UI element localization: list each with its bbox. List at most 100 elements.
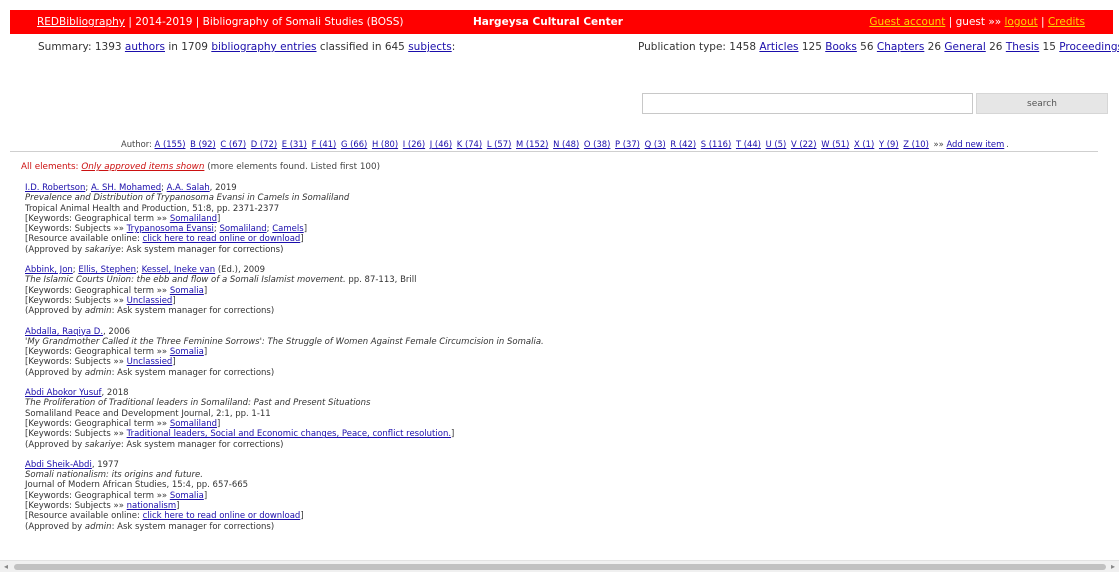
entry-source: Tropical Animal Health and Production, 5… [25, 203, 280, 214]
author-letter-link[interactable]: K (74) [457, 139, 482, 149]
author-link[interactable]: Abdalla, Raqiya D. [25, 327, 103, 337]
subject-keyword-link[interactable]: Somaliland [219, 224, 266, 234]
subject-keyword-link[interactable]: Camels [272, 224, 303, 234]
approved-suffix: : Ask system manager for corrections) [120, 439, 284, 450]
author-letter-link[interactable]: V (22) [791, 139, 817, 149]
subject-keyword-link[interactable]: Traditional leaders, Social and Economic… [127, 429, 451, 439]
geo-keyword-link[interactable]: Somalia [170, 491, 204, 501]
author-letter-link[interactable]: E (31) [282, 139, 307, 149]
author-letter-link[interactable]: W (51) [821, 139, 849, 149]
geo-label: [Keywords: Geographical term »» [25, 285, 170, 296]
author-letter-link[interactable]: O (38) [584, 139, 610, 149]
author-letter-link[interactable]: M (152) [516, 139, 548, 149]
entry-subject-keywords: [Keywords: Subjects »» Trypanosoma Evans… [25, 224, 308, 235]
credits-link[interactable]: Credits [1048, 16, 1085, 28]
author-letter-link[interactable]: R (42) [670, 139, 696, 149]
author-link[interactable]: Abdi Sheik-Abdi [25, 460, 92, 470]
geo-keyword-link[interactable]: Somalia [170, 286, 204, 296]
list-item: Abdi Abokor Yusuf, 2018 The Proliferation… [25, 388, 1095, 450]
author-letter-link[interactable]: S (116) [701, 139, 732, 149]
author-link[interactable]: Abbink, Jon [25, 265, 73, 275]
author-link[interactable]: I.D. Robertson [25, 183, 85, 193]
author-letter-link[interactable]: B (92) [190, 139, 216, 149]
approver-name: admin [84, 306, 112, 317]
entry-geo-keywords: [Keywords: Geographical term »» Somalila… [25, 213, 221, 224]
author-letter-link[interactable]: X (1) [854, 139, 874, 149]
author-link[interactable]: Ellis, Stephen [78, 265, 136, 275]
center-title: Hargeysa Cultural Center [473, 16, 623, 28]
approved-filter-link[interactable]: Only approved items shown [81, 162, 204, 172]
thesis-link[interactable]: Thesis [1006, 41, 1039, 53]
entry-source: Somaliland Peace and Development Journal… [25, 408, 271, 419]
scrollbar-thumb[interactable] [14, 564, 1106, 570]
author-letter-link[interactable]: H (80) [372, 139, 398, 149]
author-letter-link[interactable]: Z (10) [903, 139, 929, 149]
publication-type-line: Publication type: 1458 Articles 125 Book… [638, 41, 1119, 53]
author-link[interactable]: A. SH. Mohamed [91, 183, 161, 193]
books-link[interactable]: Books [825, 41, 857, 53]
author-letter-link[interactable]: U (5) [766, 139, 787, 149]
scroll-right-icon[interactable]: ▸ [1111, 562, 1115, 571]
author-letter-link[interactable]: N (48) [553, 139, 579, 149]
approved-prefix: (Approved by [25, 521, 85, 532]
entry-subject-keywords: [Keywords: Subjects »» nationalism] [25, 501, 180, 512]
chapters-link[interactable]: Chapters [877, 41, 924, 53]
entry-title-line: The Proliferation of Traditional leaders… [25, 398, 1095, 408]
author-letter-link[interactable]: Q (3) [645, 139, 666, 149]
geo-label: [Keywords: Geographical term »» [25, 418, 170, 429]
entry-year: , 2019 [209, 183, 237, 193]
proceedings-count: 15 [1039, 41, 1060, 53]
read-online-link[interactable]: click here to read online or download [143, 234, 301, 244]
author-letter-link[interactable]: A (155) [155, 139, 186, 149]
author-link[interactable]: Kessel, Ineke van [142, 265, 216, 275]
guest-account-link[interactable]: Guest account [869, 16, 945, 28]
add-new-item-link[interactable]: Add new item [946, 139, 1004, 149]
logout-link[interactable]: logout [1005, 16, 1038, 28]
subject-keyword-link[interactable]: Unclassied [127, 357, 173, 367]
general-link[interactable]: General [944, 41, 985, 53]
author-letter-link[interactable]: G (66) [341, 139, 367, 149]
horizontal-scrollbar[interactable]: ◂ ▸ [0, 560, 1119, 572]
read-online-link[interactable]: click here to read online or download [143, 511, 301, 521]
author-letter-link[interactable]: J (46) [430, 139, 452, 149]
scroll-left-icon[interactable]: ◂ [4, 562, 8, 571]
approved-prefix: (Approved by [25, 306, 85, 317]
geo-keyword-link[interactable]: Somaliland [170, 419, 217, 429]
author-letter-link[interactable]: Y (9) [879, 139, 899, 149]
all-elements-note: (more elements found. Listed first 100) [204, 162, 381, 172]
author-letter-link[interactable]: C (67) [220, 139, 246, 149]
subject-keyword-link[interactable]: Unclassied [127, 296, 173, 306]
authors-link[interactable]: authors [125, 41, 165, 53]
author-letter-link[interactable]: P (37) [615, 139, 640, 149]
articles-link[interactable]: Articles [759, 41, 798, 53]
author-letter-link[interactable]: D (72) [251, 139, 277, 149]
author-letter-link[interactable]: T (44) [736, 139, 761, 149]
subjects-link[interactable]: subjects [408, 41, 452, 53]
subject-keyword-link[interactable]: Trypanosoma Evansi [127, 224, 214, 234]
entry-title-line: Prevalence and Distribution of Trypanoso… [25, 193, 1095, 203]
author-letter-link[interactable]: L (57) [487, 139, 512, 149]
general-count: 26 [924, 41, 945, 53]
approver-name: sakariye [84, 244, 121, 255]
geo-label: [Keywords: Geographical term »» [25, 490, 170, 501]
author-letter-link[interactable]: I (26) [403, 139, 425, 149]
author-link[interactable]: Abdi Abokor Yusuf [25, 388, 102, 398]
entries-link[interactable]: bibliography entries [211, 41, 316, 53]
geo-keyword-link[interactable]: Somaliland [170, 214, 217, 224]
entry-subject-keywords: [Keywords: Subjects »» Unclassied] [25, 295, 176, 306]
divider [10, 151, 1098, 152]
entry-authors: Abdi Sheik-Abdi, 1977 [25, 460, 1095, 470]
brand-link[interactable]: REDBibliography [37, 16, 125, 28]
entry-title: The Proliferation of Traditional leaders… [25, 398, 371, 409]
author-link[interactable]: A.A. Salah [167, 183, 210, 193]
entry-year: , 2018 [101, 388, 129, 399]
author-letter-link[interactable]: F (41) [312, 139, 337, 149]
entry-approval: (Approved by admin: Ask system manager f… [25, 368, 1095, 378]
entry-authors: Abdi Abokor Yusuf, 2018 [25, 388, 1095, 398]
proceedings-link[interactable]: Proceedings [1059, 41, 1119, 53]
subject-keyword-link[interactable]: nationalism [127, 501, 177, 511]
search-button[interactable]: search [976, 93, 1108, 114]
search-input[interactable] [642, 93, 973, 114]
geo-keyword-link[interactable]: Somalia [170, 347, 204, 357]
list-item: I.D. Robertson; A. SH. Mohamed; A.A. Sal… [25, 183, 1095, 255]
